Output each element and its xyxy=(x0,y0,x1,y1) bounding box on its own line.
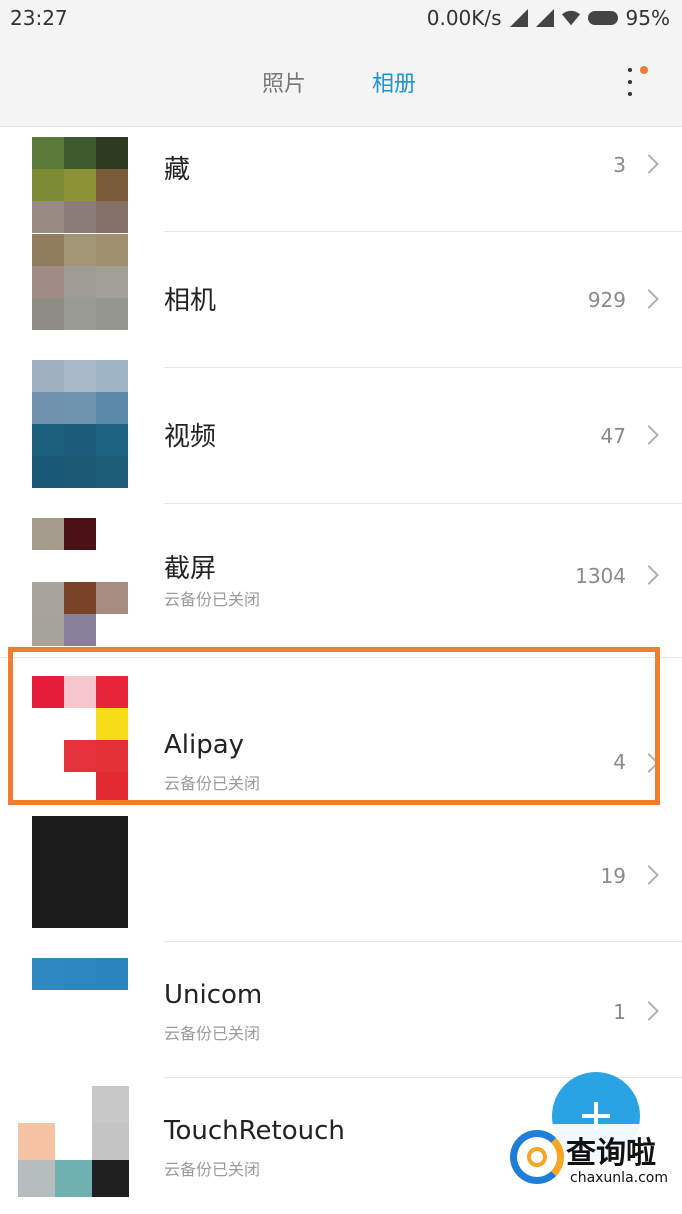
album-row-unicom[interactable]: Unicom 云备份已关闭 1 xyxy=(0,942,682,1078)
album-count: 4 xyxy=(613,750,626,774)
wifi-icon xyxy=(561,10,580,26)
chevron-right-icon xyxy=(639,565,659,585)
album-thumbnail xyxy=(32,137,128,233)
chevron-right-icon xyxy=(639,753,659,773)
more-vertical-icon xyxy=(628,80,632,84)
watermark-logo xyxy=(510,1130,564,1184)
album-row-videos[interactable]: 视频 47 xyxy=(0,360,682,504)
album-name: 截屏 xyxy=(164,554,217,584)
album-name: 视频 xyxy=(164,422,217,452)
chevron-right-icon xyxy=(639,425,659,445)
chevron-right-icon xyxy=(639,865,659,885)
album-count: 47 xyxy=(600,424,626,448)
album-name: 相机 xyxy=(164,286,217,316)
album-count: 3 xyxy=(613,153,626,177)
notification-badge xyxy=(640,66,648,74)
watermark-url: chaxunla.com xyxy=(570,1170,668,1186)
album-subtitle: 云备份已关闭 xyxy=(164,774,261,793)
album-count: 1304 xyxy=(575,564,626,588)
album-name: 藏 xyxy=(164,155,191,185)
album-row-camera[interactable]: 相机 929 xyxy=(0,232,682,368)
album-row-favorites[interactable]: 藏 3 xyxy=(0,127,682,233)
album-count: 19 xyxy=(600,864,626,888)
status-bar: 23:27 0.00K/s 95% xyxy=(0,0,682,38)
chevron-right-icon xyxy=(639,1001,659,1021)
album-thumbnail xyxy=(32,958,128,990)
album-row-screenshots[interactable]: 截屏 云备份已关闭 1304 xyxy=(0,504,682,646)
more-vertical-icon xyxy=(628,92,632,96)
more-vertical-icon xyxy=(628,68,632,72)
album-name: Unicom xyxy=(164,980,263,1010)
album-count: 929 xyxy=(587,288,626,312)
album-name: TouchRetouch xyxy=(164,1116,345,1146)
album-row-alipay[interactable]: Alipay 云备份已关闭 4 xyxy=(0,658,682,808)
battery-icon xyxy=(587,11,618,25)
tab-albums[interactable]: 相册 xyxy=(372,66,416,98)
album-thumbnail xyxy=(32,518,128,646)
album-row-obscured[interactable]: 19 xyxy=(0,808,682,944)
app-header: 照片 相册 xyxy=(0,38,682,127)
album-subtitle: 云备份已关闭 xyxy=(164,1160,261,1179)
signal-icon xyxy=(535,9,554,27)
status-time: 23:27 xyxy=(10,6,68,30)
status-right: 0.00K/s 95% xyxy=(427,6,670,30)
album-subtitle: 云备份已关闭 xyxy=(164,1024,261,1043)
network-speed: 0.00K/s xyxy=(426,6,502,30)
watermark: 查询啦 chaxunla.com xyxy=(506,1124,682,1194)
album-thumbnail xyxy=(32,676,128,804)
more-menu-button[interactable] xyxy=(612,60,648,104)
battery-level: 95% xyxy=(625,6,670,30)
album-thumbnail xyxy=(32,234,128,330)
album-subtitle: 云备份已关闭 xyxy=(164,590,261,609)
watermark-text: 查询啦 xyxy=(566,1136,656,1171)
album-thumbnail xyxy=(18,1086,130,1198)
album-thumbnail xyxy=(32,360,128,488)
signal-icon xyxy=(509,9,528,27)
tab-photos[interactable]: 照片 xyxy=(262,66,306,98)
album-count: 1 xyxy=(613,1000,626,1024)
album-name: Alipay xyxy=(164,730,245,760)
chevron-right-icon xyxy=(639,154,659,174)
chevron-right-icon xyxy=(639,289,659,309)
album-thumbnail xyxy=(32,816,128,928)
